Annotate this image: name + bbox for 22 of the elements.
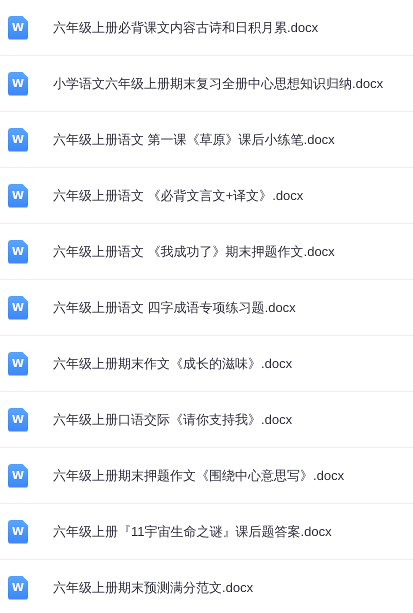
file-name[interactable]: 六年级上册语文 第一课《草原》课后小练笔.docx: [53, 130, 335, 150]
word-file-icon: W: [8, 520, 28, 544]
file-name[interactable]: 六年级上册必背课文内容古诗和日积月累.docx: [53, 18, 318, 38]
file-name[interactable]: 小学语文六年级上册期末复习全册中心思想知识归纳.docx: [53, 74, 384, 94]
word-file-icon: W: [8, 464, 28, 488]
word-file-icon: W: [8, 72, 28, 96]
word-file-icon: W: [8, 576, 28, 600]
file-name[interactable]: 六年级上册期末预测满分范文.docx: [53, 578, 254, 598]
file-name[interactable]: 六年级上册口语交际《请你支持我》.docx: [53, 410, 292, 430]
file-name[interactable]: 六年级上册语文 四字成语专项练习题.docx: [53, 298, 296, 318]
file-name[interactable]: 六年级上册期末作文《成长的滋味》.docx: [53, 354, 292, 374]
word-file-icon: W: [8, 296, 28, 320]
file-name[interactable]: 六年级上册期末押题作文《围绕中心意思写》.docx: [53, 466, 344, 486]
file-name[interactable]: 六年级上册『11宇宙生命之谜』课后题答案.docx: [53, 522, 332, 542]
file-name[interactable]: 六年级上册语文 《我成功了》期末押题作文.docx: [53, 242, 335, 262]
word-file-icon: W: [8, 408, 28, 432]
word-file-icon: W: [8, 16, 28, 40]
file-name[interactable]: 六年级上册语文 《必背文言文+译文》.docx: [53, 186, 304, 206]
word-file-icon: W: [8, 352, 28, 376]
word-file-icon: W: [8, 128, 28, 152]
word-file-icon: W: [8, 184, 28, 208]
word-file-icon: W: [8, 240, 28, 264]
